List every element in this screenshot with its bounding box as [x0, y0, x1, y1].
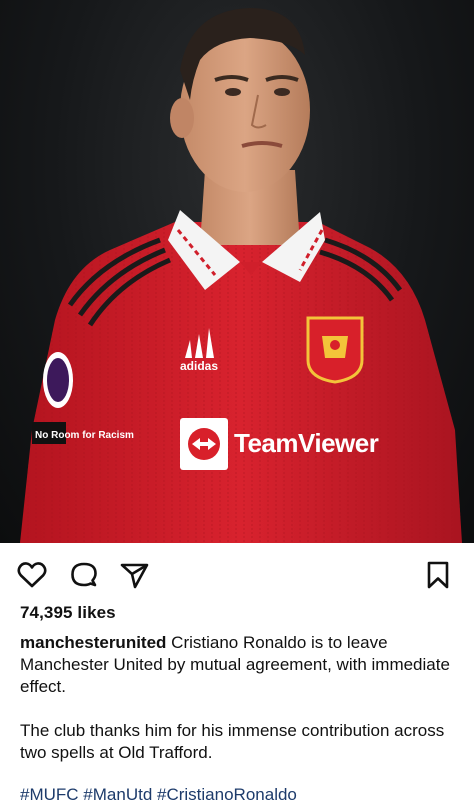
- post-action-bar: [0, 555, 474, 595]
- hashtag-manutd[interactable]: #ManUtd: [83, 785, 152, 804]
- club-crest: [306, 316, 364, 384]
- svg-text:adidas: adidas: [180, 359, 218, 373]
- svg-text:No Room for Racism: No Room for Racism: [35, 430, 134, 441]
- paper-plane-icon[interactable]: [118, 559, 150, 591]
- hashtag-cristianoronaldo[interactable]: #CristianoRonaldo: [157, 785, 297, 804]
- comment-bubble-icon[interactable]: [68, 559, 100, 591]
- heart-icon[interactable]: [16, 559, 48, 591]
- svg-text:TeamViewer: TeamViewer: [234, 428, 379, 458]
- player-photo-illustration: adidas TeamViewer No Room for Racism: [20, 8, 462, 543]
- caption-username[interactable]: manchesterunited: [20, 633, 166, 652]
- premier-league-patch: [43, 352, 73, 408]
- post-photo[interactable]: adidas TeamViewer No Room for Racism: [0, 0, 474, 543]
- post-caption: manchesterunited Cristiano Ronaldo is to…: [20, 632, 460, 786]
- caption-text-2: The club thanks him for his immense cont…: [20, 721, 445, 762]
- bookmark-icon[interactable]: [422, 559, 454, 591]
- hashtag-mufc[interactable]: #MUFC: [20, 785, 79, 804]
- hashtags: #MUFC #ManUtd #CristianoRonaldo: [20, 784, 297, 806]
- likes-count[interactable]: 74,395 likes: [20, 603, 116, 623]
